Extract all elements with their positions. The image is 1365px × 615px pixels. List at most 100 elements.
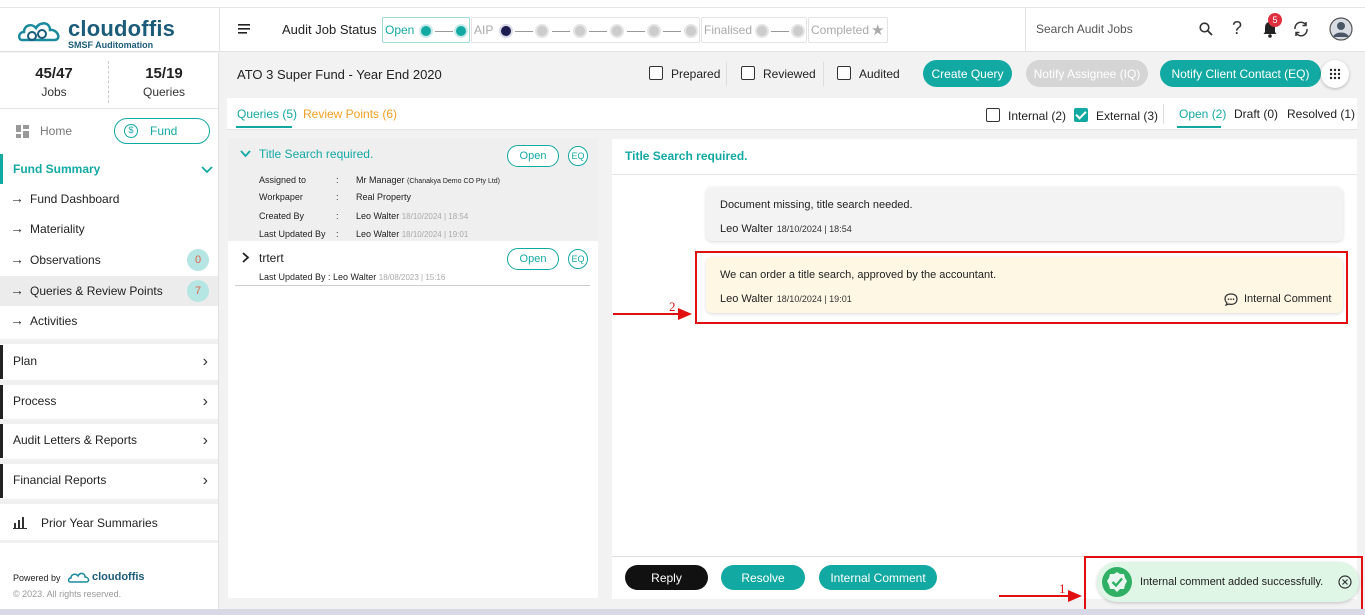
eq-badge[interactable]: EQ — [568, 249, 588, 269]
stage-connector — [663, 31, 681, 32]
chevron-down-icon — [240, 150, 251, 158]
sidebar-section-financial-reports[interactable]: Financial Reports › — [0, 464, 218, 498]
updated-timestamp: 18/08/2023 | 15:16 — [378, 273, 446, 282]
created-value: Leo Walter 18/10/2024 | 18:54 — [356, 211, 468, 221]
stage-dot — [575, 26, 585, 36]
sidebar-item-observations[interactable]: → Observations 0 — [0, 245, 218, 275]
conversation-panel: Title Search required. Document missing,… — [612, 139, 1357, 599]
stage-dot — [612, 26, 622, 36]
tab-resolved[interactable]: Resolved (1) — [1287, 107, 1355, 121]
queries-stat[interactable]: 15/19 Queries — [110, 65, 218, 99]
query-status-badge[interactable]: Open — [507, 145, 559, 167]
updated-timestamp: 18/10/2024 | 19:01 — [401, 230, 469, 239]
updated-text: Last Updated By : Leo Walter — [259, 272, 377, 282]
stage-dot — [757, 26, 767, 36]
query-item-selected[interactable]: Title Search required. Open EQ Assigned … — [228, 138, 598, 241]
sidebar-section-audit-letters[interactable]: Audit Letters & Reports › — [0, 424, 218, 458]
chevron-right-icon: › — [202, 353, 208, 370]
tab-open[interactable]: Open (2) — [1179, 107, 1226, 121]
created-by-name: Leo Walter — [356, 211, 400, 221]
notify-client-button[interactable]: Notify Client Contact (EQ) — [1160, 60, 1321, 87]
header-divider — [219, 8, 220, 52]
notification-bell[interactable]: 5 — [1262, 13, 1282, 38]
brand-name: cloudoffis — [68, 16, 176, 41]
fund-title: ATO 3 Super Fund - Year End 2020 — [237, 67, 442, 82]
tab-draft[interactable]: Draft (0) — [1234, 107, 1278, 121]
reply-button[interactable]: Reply — [625, 565, 708, 590]
sync-icon[interactable] — [1292, 20, 1310, 38]
checkbox-box — [741, 66, 755, 80]
taskbar-strip — [0, 609, 1365, 615]
message-timestamp: 18/10/2024 | 18:54 — [776, 224, 852, 234]
search-area — [1025, 8, 1220, 52]
sidebar: 45/47 Jobs 15/19 Queries Home $ Fund Fun… — [0, 53, 219, 615]
notify-assignee-button[interactable]: Notify Assignee (IQ) — [1026, 60, 1148, 87]
success-check-icon — [1102, 567, 1132, 597]
success-toast: Internal comment added successfully. — [1097, 562, 1359, 602]
jobs-label: Jobs — [41, 85, 67, 99]
fund-toggle[interactable]: $ Fund — [114, 118, 210, 144]
grid-icon — [16, 125, 29, 138]
query-item[interactable]: trtert Open EQ Last Updated By : Leo Wal… — [228, 242, 598, 286]
menu-button[interactable] — [233, 20, 255, 40]
count-badge: 7 — [187, 280, 209, 302]
sidebar-item-prior-year[interactable]: Prior Year Summaries — [0, 505, 218, 539]
tab-queries[interactable]: Queries (5) — [237, 107, 297, 121]
sidebar-section-plan[interactable]: Plan › — [0, 345, 218, 379]
stage-connector — [435, 31, 453, 32]
audited-label: Audited — [859, 67, 900, 81]
avatar-icon[interactable] — [1329, 17, 1353, 41]
sidebar-item-queries[interactable]: → Queries & Review Points 7 — [0, 276, 218, 306]
queries-count: 15/19 — [145, 65, 183, 82]
help-icon[interactable]: ? — [1232, 18, 1242, 39]
stage-connector — [589, 31, 607, 32]
divider — [0, 108, 218, 109]
created-label: Created By — [259, 211, 305, 221]
assignee-org: (Chanakya Demo CO Pty Ltd) — [407, 178, 501, 185]
divider — [726, 62, 727, 86]
search-input[interactable] — [1036, 22, 1186, 36]
stage-aip[interactable]: AIP — [471, 17, 700, 43]
sidebar-item-activities[interactable]: → Activities — [0, 306, 218, 336]
sidebar-item-fund-dashboard[interactable]: → Fund Dashboard — [0, 184, 218, 214]
eq-badge[interactable]: EQ — [568, 146, 588, 166]
brand-logo[interactable]: cloudoffis SMSF Auditomation — [18, 16, 208, 50]
apps-grid-icon — [1329, 68, 1341, 80]
workpaper-label: Workpaper — [259, 192, 303, 202]
tab-review-points[interactable]: Review Points (6) — [303, 107, 397, 121]
annotation-number-2: 2 — [669, 299, 676, 314]
sidebar-item-label: Queries & Review Points — [30, 284, 163, 298]
internal-filter-label: Internal (2) — [1008, 109, 1067, 123]
annotation-number-1: 1 — [1059, 581, 1066, 596]
footer-brand-name: cloudoffis — [92, 571, 145, 583]
kv-colon: : — [336, 229, 339, 239]
section-label: Process — [13, 394, 57, 408]
stage-open[interactable]: Open — [382, 17, 470, 43]
close-icon[interactable] — [1338, 575, 1352, 589]
dollar-icon: $ — [124, 124, 138, 138]
stage-aip-label: AIP — [474, 23, 494, 37]
stage-dot — [793, 26, 803, 36]
stage-finalised[interactable]: Finalised — [701, 17, 807, 43]
message-author: Leo Walter — [720, 223, 773, 235]
query-status-badge[interactable]: Open — [507, 248, 559, 270]
search-icon[interactable] — [1199, 22, 1213, 36]
internal-comment-button[interactable]: Internal Comment — [819, 565, 937, 590]
app-window: cloudoffis SMSF Auditomation Audit Job S… — [0, 0, 1365, 615]
sidebar-section-process[interactable]: Process › — [0, 385, 218, 419]
sidebar-item-materiality[interactable]: → Materiality — [0, 214, 218, 244]
create-query-button[interactable]: Create Query — [923, 60, 1012, 87]
resolve-button[interactable]: Resolve — [721, 565, 805, 590]
home-link[interactable]: Home — [16, 123, 106, 143]
apps-button[interactable] — [1321, 60, 1349, 88]
stage-completed[interactable]: Completed ★ — [808, 17, 888, 43]
query-tabs-bar: Queries (5) Review Points (6) Internal (… — [227, 98, 1357, 130]
updated-value: Last Updated By : Leo Walter 18/08/2023 … — [259, 272, 445, 282]
jobs-stat[interactable]: 45/47 Jobs — [0, 65, 108, 99]
bar-chart-icon — [13, 517, 27, 529]
checkbox-box-checked — [1074, 108, 1088, 122]
fund-summary-header[interactable]: Fund Summary — [0, 154, 218, 184]
query-title: trtert — [259, 251, 284, 265]
toast-message: Internal comment added successfully. — [1140, 576, 1324, 588]
divider — [823, 62, 824, 86]
